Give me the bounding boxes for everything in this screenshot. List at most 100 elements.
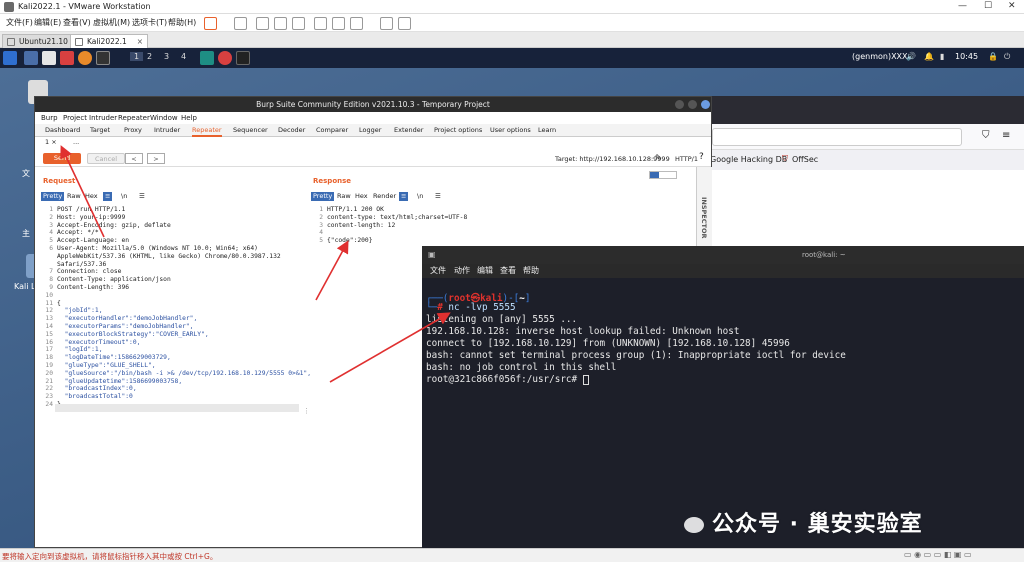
close-icon[interactable]: ✕ xyxy=(1008,1,1016,11)
shield-icon[interactable]: ⛉ xyxy=(982,130,990,141)
menu-file[interactable]: 文件(F) xyxy=(6,17,33,28)
repeater-new-tab[interactable]: ... xyxy=(73,138,79,146)
tab-project-options[interactable]: Project options xyxy=(434,126,482,134)
request-format-icon[interactable]: ≡ xyxy=(103,192,113,201)
pane-divider[interactable]: ⋮ xyxy=(303,407,310,415)
tab-proxy[interactable]: Proxy xyxy=(124,126,142,134)
workspace-2[interactable]: 2 xyxy=(147,52,152,61)
battery-icon[interactable]: ▮ xyxy=(940,52,944,61)
request-menu-icon[interactable]: ☰ xyxy=(137,192,147,201)
close-icon[interactable] xyxy=(701,100,710,109)
terminal-task-icon[interactable] xyxy=(236,51,250,65)
restore-snapshot-icon[interactable] xyxy=(274,17,287,30)
burp-task-icon[interactable] xyxy=(200,51,214,65)
menu-edit[interactable]: 编辑(E) xyxy=(34,17,61,28)
tab-decoder[interactable]: Decoder xyxy=(278,126,305,134)
workspace-1[interactable]: 1 xyxy=(130,52,144,61)
text-editor-icon[interactable] xyxy=(60,51,74,65)
workspace-3[interactable]: 3 xyxy=(164,52,169,61)
response-hex-tab[interactable]: Hex xyxy=(353,192,370,201)
request-raw-tab[interactable]: Raw xyxy=(65,192,83,201)
view-sidebar-icon[interactable] xyxy=(314,17,327,30)
help-icon[interactable]: ? xyxy=(699,152,704,162)
manage-snapshot-icon[interactable] xyxy=(292,17,305,30)
repeater-tab-1[interactable]: 1 × xyxy=(45,138,57,146)
menu-tabs[interactable]: 选项卡(T) xyxy=(132,17,167,28)
response-newline-icon[interactable]: \n xyxy=(415,192,425,201)
response-pretty-tab[interactable]: Pretty xyxy=(311,192,335,201)
kali-menu-icon[interactable] xyxy=(3,51,17,65)
maximize-icon[interactable] xyxy=(688,100,697,109)
bookmark-google-hacking[interactable]: Google Hacking DB xyxy=(710,155,787,164)
close-tab-icon[interactable]: × xyxy=(137,37,143,46)
layout-toggle[interactable] xyxy=(649,171,677,179)
edit-target-icon[interactable]: ✎ xyxy=(655,153,662,162)
tab-sequencer[interactable]: Sequencer xyxy=(233,126,268,134)
file-manager-icon[interactable] xyxy=(42,51,56,65)
tab-target[interactable]: Target xyxy=(90,126,110,134)
send-button[interactable]: Send xyxy=(43,153,81,164)
send-keys-icon[interactable] xyxy=(234,17,247,30)
request-pretty-tab[interactable]: Pretty xyxy=(41,192,65,201)
notification-icon[interactable]: 🔔 xyxy=(924,52,934,61)
pause-icon[interactable] xyxy=(204,17,217,30)
device-icons[interactable]: ▭ ◉ ▭ ▭ ◧ ▣ ▭ xyxy=(904,550,972,559)
term-menu-view[interactable]: 查看 xyxy=(500,265,516,276)
power-icon[interactable]: ⏻ xyxy=(1004,52,1010,62)
menu-help[interactable]: 帮助(H) xyxy=(168,17,196,28)
http-version[interactable]: HTTP/1 xyxy=(675,155,698,163)
burp-menu-window[interactable]: Window xyxy=(150,114,178,122)
console-view-icon[interactable] xyxy=(380,17,393,30)
maximize-icon[interactable]: ☐ xyxy=(984,1,992,11)
tab-intruder[interactable]: Intruder xyxy=(154,126,180,134)
menu-view[interactable]: 查看(V) xyxy=(63,17,91,28)
show-desktop-icon[interactable] xyxy=(24,51,38,65)
response-raw-tab[interactable]: Raw xyxy=(335,192,353,201)
code-text: POST /run HTTP/1.1 xyxy=(57,206,126,213)
view-thumbnail-icon[interactable] xyxy=(332,17,345,30)
full-screen-icon[interactable] xyxy=(350,17,363,30)
response-format-icon[interactable]: ≡ xyxy=(399,192,409,201)
request-newline-icon[interactable]: \n xyxy=(119,192,129,201)
tab-learn[interactable]: Learn xyxy=(538,126,556,134)
response-render-tab[interactable]: Render xyxy=(371,192,398,201)
menu-vm[interactable]: 虚拟机(M) xyxy=(93,17,130,28)
back-button[interactable]: < xyxy=(125,153,143,164)
tab-extender[interactable]: Extender xyxy=(394,126,423,134)
response-menu-icon[interactable]: ☰ xyxy=(433,192,443,201)
lock-icon[interactable]: 🔒 xyxy=(988,52,998,61)
tab-comparer[interactable]: Comparer xyxy=(316,126,348,134)
term-menu-edit[interactable]: 编辑 xyxy=(477,265,493,276)
firefox-icon[interactable] xyxy=(78,51,92,65)
cancel-button[interactable]: Cancel xyxy=(87,153,125,164)
menu-icon[interactable]: ≡ xyxy=(1002,130,1010,141)
burp-menu-intruder[interactable]: Intruder xyxy=(89,114,117,122)
term-menu-help[interactable]: 帮助 xyxy=(523,265,539,276)
tab-repeater[interactable]: Repeater xyxy=(192,126,222,137)
burp-menu-burp[interactable]: Burp xyxy=(41,114,58,122)
forward-button[interactable]: > xyxy=(147,153,165,164)
minimize-icon[interactable]: — xyxy=(958,1,967,11)
tab-kali[interactable]: Kali2022.1 × xyxy=(70,34,149,48)
term-menu-action[interactable]: 动作 xyxy=(454,265,470,276)
bookmark-offsec[interactable]: OffSec xyxy=(792,155,818,164)
tab-dashboard[interactable]: Dashboard xyxy=(45,126,80,134)
request-editor[interactable]: 1 POST /run HTTP/1.1 2 Host: your-ip:9999 3 A… xyxy=(41,206,311,409)
firefox-task-icon[interactable] xyxy=(218,51,232,65)
term-menu-file[interactable]: 文件 xyxy=(430,265,446,276)
minimize-icon[interactable] xyxy=(675,100,684,109)
workspace-4[interactable]: 4 xyxy=(181,52,186,61)
repeater-subtabs: 1 × ... xyxy=(35,137,711,148)
tab-logger[interactable]: Logger xyxy=(359,126,381,134)
snapshot-icon[interactable] xyxy=(256,17,269,30)
stretch-icon[interactable] xyxy=(398,17,411,30)
volume-icon[interactable]: 🔊 xyxy=(906,52,916,61)
burp-menu-help[interactable]: Help xyxy=(181,114,197,122)
tab-user-options[interactable]: User options xyxy=(490,126,531,134)
burp-menu-repeater[interactable]: Repeater xyxy=(118,114,150,122)
burp-menu-project[interactable]: Project xyxy=(63,114,87,122)
url-bar[interactable] xyxy=(712,128,962,146)
request-hex-tab[interactable]: Hex xyxy=(83,192,100,201)
response-viewer[interactable]: 1 HTTP/1.1 200 OK 2 content-type: text/html… xyxy=(311,206,691,245)
terminal-icon[interactable] xyxy=(96,51,110,65)
